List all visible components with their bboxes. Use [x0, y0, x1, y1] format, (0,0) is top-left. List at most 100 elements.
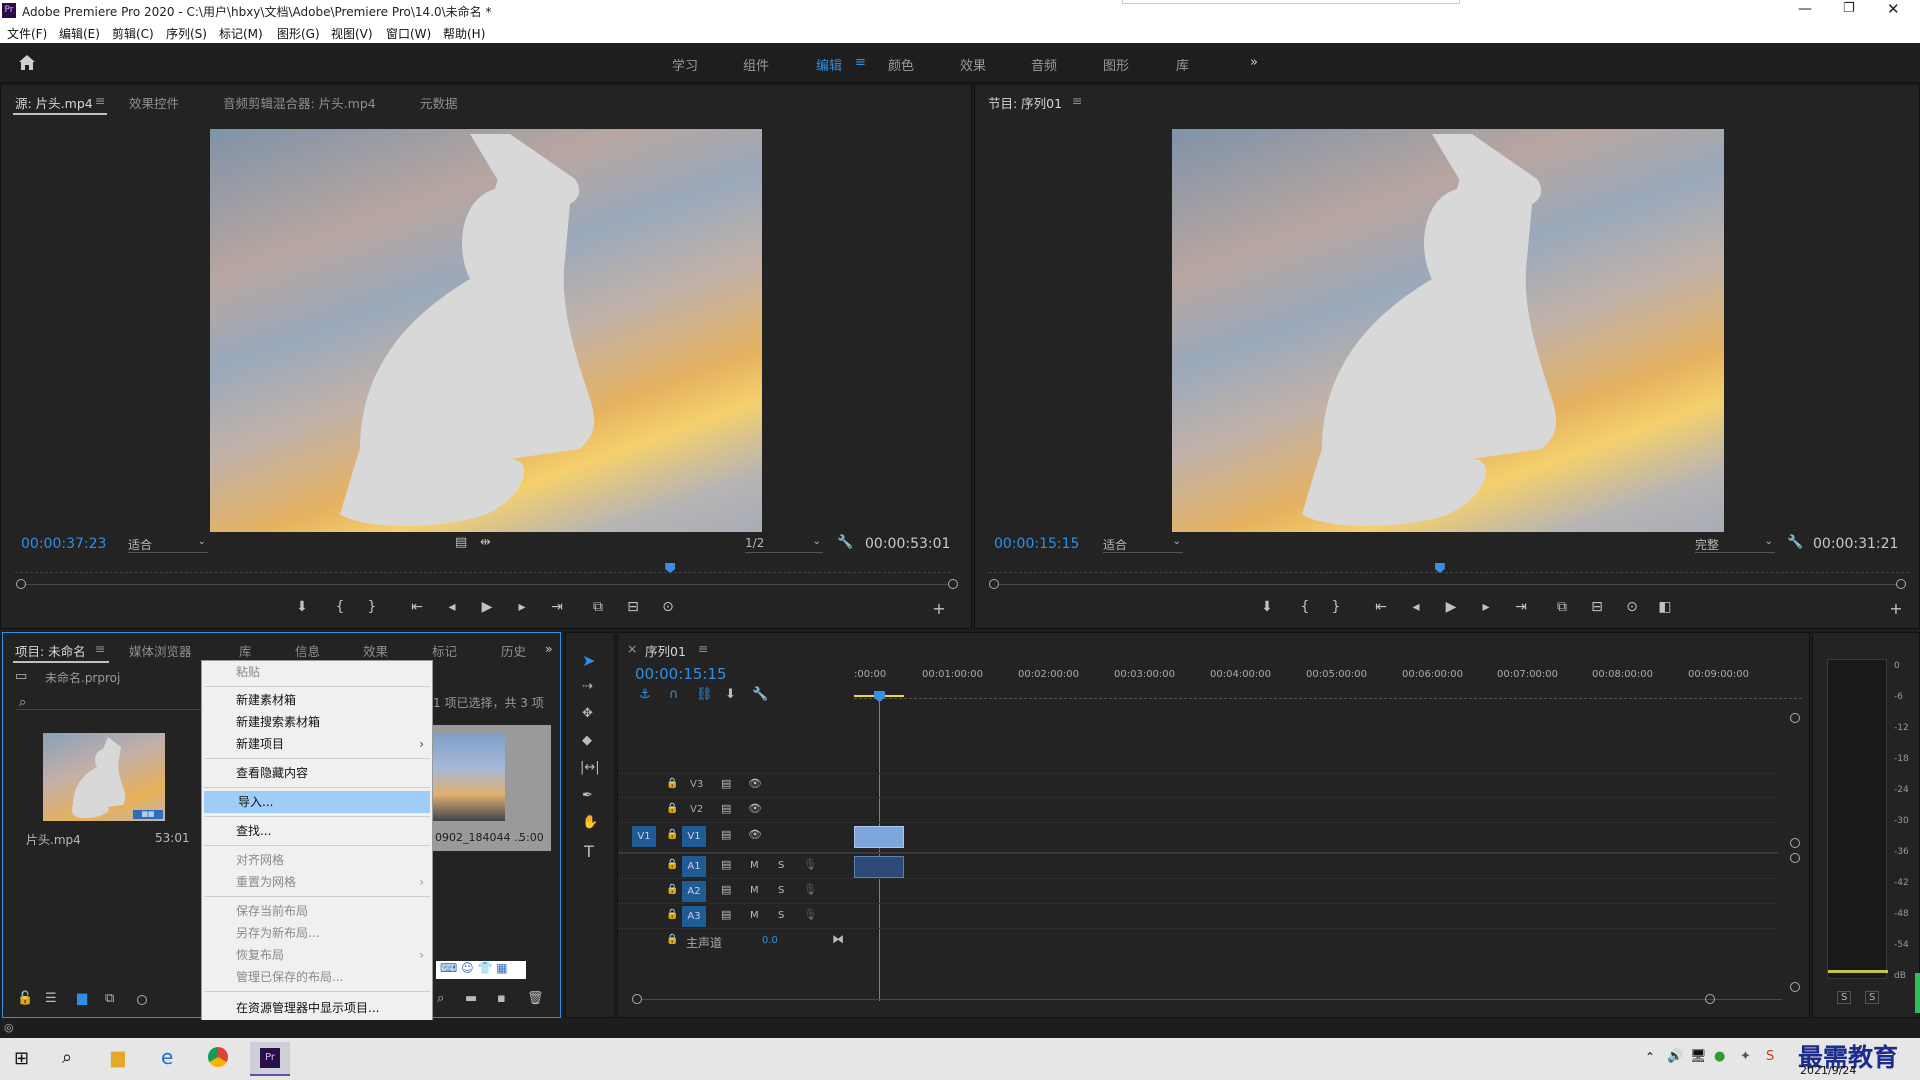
source-time-ruler[interactable] — [15, 561, 951, 573]
master-volume-value[interactable]: 0.0 — [762, 935, 778, 946]
source-insert-range-icon[interactable]: ⇹ — [480, 535, 491, 550]
track-v3[interactable]: 🔒 V3 ▤ 👁 — [618, 774, 1778, 798]
program-extract-icon[interactable]: ⊟ — [1588, 599, 1606, 615]
minimize-icon[interactable]: — — [1798, 1, 1812, 17]
ripple-edit-tool-icon[interactable]: ✥ — [582, 706, 593, 721]
icon-view-icon[interactable]: ▆ — [77, 991, 87, 1006]
track-a3[interactable]: 🔒 A3 ▤ M S 🎙 — [618, 905, 1778, 929]
chrome-icon[interactable] — [208, 1047, 228, 1067]
source-zoom-end-handle[interactable] — [948, 579, 958, 589]
type-tool-icon[interactable]: T — [584, 842, 594, 861]
tab-program[interactable]: 节目: 序列01 — [988, 93, 1062, 112]
search-icon[interactable]: ⌕ — [19, 695, 26, 710]
program-wrench-icon[interactable]: 🔧 — [1787, 535, 1803, 550]
add-marker-icon[interactable]: ⬇ — [725, 687, 736, 702]
new-bin-icon[interactable]: ▬ — [465, 991, 477, 1006]
program-goto-in-icon[interactable]: ⇤ — [1372, 599, 1390, 615]
source-resolution-dropdown[interactable]: 1/2 ⌄ — [745, 536, 823, 553]
menu-item-save-new-layout[interactable]: 另存为新布局... — [202, 922, 432, 944]
workspace-more[interactable]: » — [1250, 55, 1258, 70]
edge-icon[interactable]: e — [161, 1045, 173, 1069]
program-fit-dropdown[interactable]: 适合 ⌄ — [1103, 536, 1183, 553]
program-time-ruler[interactable] — [989, 561, 1909, 573]
taskbar-search-icon[interactable]: ⌕ — [62, 1047, 72, 1068]
lock-icon[interactable]: 🔒 — [666, 803, 678, 814]
clear-icon[interactable]: 🗑 — [527, 991, 544, 1006]
vertical-scroll-mid-handle[interactable] — [1790, 838, 1800, 848]
lock-icon[interactable]: 🔒 — [666, 778, 678, 789]
source-overwrite-icon[interactable]: ⊟ — [624, 599, 642, 615]
menu-item-find[interactable]: 查找... — [202, 820, 432, 842]
tab-project-menu[interactable]: ≡ — [95, 641, 105, 656]
tab-media-browser[interactable]: 媒体浏览器 — [129, 641, 192, 660]
menu-file[interactable]: 文件(F) — [7, 25, 47, 42]
nest-icon[interactable]: ⚓ — [639, 687, 651, 702]
list-view-icon[interactable]: ☰ — [45, 991, 57, 1006]
menu-item-paste[interactable]: 粘贴 — [202, 661, 432, 683]
volume-icon[interactable]: 🔊 — [1667, 1049, 1683, 1064]
track-select-tool-icon[interactable]: ⇢ — [582, 679, 593, 694]
program-add-button-icon[interactable]: + — [1887, 599, 1905, 618]
vertical-scroll-top-handle[interactable] — [1790, 713, 1800, 723]
program-add-marker-icon[interactable]: ⬇ — [1258, 599, 1276, 615]
program-step-forward-icon[interactable]: ▸ — [1477, 599, 1495, 615]
tab-program-menu[interactable]: ≡ — [1072, 93, 1082, 108]
microphone-icon[interactable]: 🎙 — [803, 908, 817, 921]
program-comparison-icon[interactable]: ◧ — [1656, 599, 1674, 615]
program-zoom-end-handle[interactable] — [1896, 579, 1906, 589]
workspace-graphics[interactable]: 图形 — [1103, 55, 1129, 74]
lock-icon[interactable]: 🔒 — [666, 884, 678, 895]
premiere-taskbar-icon[interactable]: Pr — [250, 1042, 290, 1076]
tab-history[interactable]: 历史 — [501, 641, 526, 660]
sync-lock-icon[interactable]: ▤ — [721, 883, 731, 896]
menu-item-align-grid[interactable]: 对齐网格 — [202, 849, 432, 871]
meter-solo-left[interactable]: S — [1837, 991, 1852, 1004]
workspace-color[interactable]: 颜色 — [888, 55, 914, 74]
menu-item-new-bin[interactable]: 新建素材箱 — [202, 689, 432, 711]
menu-window[interactable]: 窗口(W) — [386, 25, 431, 42]
go-to-end-icon[interactable]: ⧓ — [832, 932, 844, 946]
tray-app-icon[interactable]: ● — [1714, 1049, 1725, 1064]
timeline-zoom-start-handle[interactable] — [632, 994, 642, 1004]
eye-icon[interactable]: 👁 — [748, 802, 762, 815]
source-play-icon[interactable]: ▶ — [478, 599, 496, 615]
workspace-menu-icon[interactable]: ≡ — [855, 55, 866, 70]
slip-tool-icon[interactable]: |↔| — [580, 760, 600, 775]
solo-button[interactable]: S — [778, 860, 784, 871]
menu-edit[interactable]: 编辑(E) — [59, 25, 100, 42]
tab-effect-controls[interactable]: 效果控件 — [129, 93, 179, 112]
timeline-zoom-end-handle[interactable] — [1705, 994, 1715, 1004]
program-mark-out-icon[interactable]: } — [1327, 599, 1345, 615]
source-fit-dropdown[interactable]: 适合 ⌄ — [128, 536, 208, 553]
menu-item-import[interactable]: 导入... — [204, 791, 430, 813]
program-step-back-icon[interactable]: ◂ — [1407, 599, 1425, 615]
close-icon[interactable]: ✕ — [1887, 0, 1900, 18]
tray-app-icon-3[interactable]: S — [1766, 1049, 1774, 1064]
new-item-icon[interactable]: ▪ — [497, 991, 506, 1006]
source-add-marker-icon[interactable]: ⬇ — [293, 599, 311, 615]
tab-info[interactable]: 信息 — [295, 641, 320, 660]
tray-up-arrow-icon[interactable]: ⌃ — [1645, 1050, 1655, 1064]
sync-lock-icon[interactable]: ▤ — [721, 858, 731, 871]
tab-project[interactable]: 项目: 未命名 — [15, 641, 86, 660]
linked-selection-icon[interactable]: ⛓ — [696, 687, 713, 702]
network-icon[interactable]: 🖥 — [1690, 1049, 1707, 1064]
menu-item-reveal-explorer[interactable]: 在资源管理器中显示项目... — [202, 997, 432, 1019]
source-timecode[interactable]: 00:00:37:23 — [21, 536, 106, 552]
track-v2[interactable]: 🔒 V2 ▤ 👁 — [618, 799, 1778, 823]
workspace-audio[interactable]: 音频 — [1031, 55, 1057, 74]
sync-lock-icon[interactable]: ▤ — [721, 908, 731, 921]
meter-solo-right[interactable]: S — [1865, 991, 1880, 1004]
tab-sequence-menu[interactable]: ≡ — [698, 641, 708, 656]
menu-graphics[interactable]: 图形(G) — [277, 25, 320, 42]
hand-tool-icon[interactable]: ✋ — [582, 815, 598, 830]
sync-lock-icon[interactable]: ▤ — [721, 802, 731, 815]
lock-icon[interactable]: 🔒 — [666, 829, 678, 840]
project-item-thumbnail[interactable]: ▦▦ — [43, 733, 165, 821]
track-master[interactable]: 🔒 主声道 0.0 ⧓ — [618, 930, 1778, 954]
eye-icon[interactable]: 👁 — [748, 777, 762, 790]
home-icon[interactable] — [18, 54, 36, 71]
timeline-ruler[interactable]: :00:00 00:01:00:00 00:02:00:00 00:03:00:… — [854, 669, 1802, 699]
menu-clip[interactable]: 剪辑(C) — [112, 25, 154, 42]
source-add-button-icon[interactable]: + — [930, 599, 948, 618]
